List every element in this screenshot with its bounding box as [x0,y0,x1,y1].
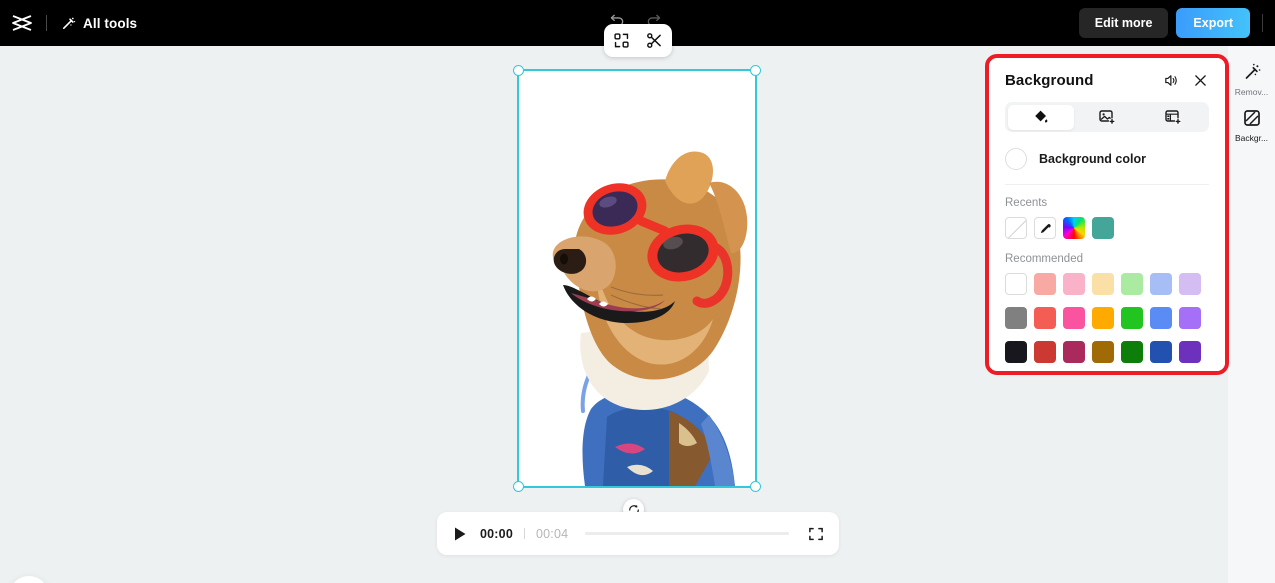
recent-swatch-none[interactable] [1005,217,1027,239]
background-panel: Background Background color Recents Reco… [985,54,1229,375]
magic-eraser-icon [1240,60,1264,84]
crop-glyph [614,33,629,48]
recent-swatch-teal[interactable] [1092,217,1114,239]
recommended-swatch-2-5[interactable] [1150,341,1172,363]
fullscreen-icon[interactable] [806,524,825,543]
tab-background-color[interactable] [1007,104,1074,130]
fullscreen-glyph [808,527,823,540]
progress-bar[interactable] [585,532,789,535]
recommended-swatch-1-0[interactable] [1005,307,1027,329]
scissors-glyph [647,33,661,48]
crop-icon[interactable] [610,29,634,53]
recommended-row [1005,273,1209,295]
scissors-icon[interactable] [643,29,667,53]
recents-label: Recents [1005,197,1048,209]
background-color-label: Background color [1039,152,1146,166]
tab-background-template[interactable] [1140,105,1206,130]
recommended-swatch-2-0[interactable] [1005,341,1027,363]
right-sidebar: Remov... Backgr... [1228,46,1275,583]
image-plus-icon [1099,110,1116,125]
topbar-divider [46,15,47,31]
background-color-preview[interactable] [1005,148,1027,170]
close-glyph [1195,75,1206,86]
play-glyph [455,527,466,540]
recommended-swatch-2-6[interactable] [1179,341,1201,363]
recent-swatch-rainbow[interactable] [1063,217,1085,239]
panel-header-actions [1162,72,1209,89]
sidebar-item-background[interactable]: Backgr... [1228,102,1275,148]
resize-handle-bottom-left[interactable] [513,481,524,492]
recommended-swatch-2-1[interactable] [1034,341,1056,363]
recommended-swatch-1-5[interactable] [1150,307,1172,329]
recommended-row [1005,341,1209,363]
recommended-swatch-grid [1005,273,1209,368]
dog-image [519,71,755,486]
play-icon[interactable] [451,525,469,543]
resize-handle-top-right[interactable] [750,65,761,76]
magic-eraser-glyph [1245,63,1260,79]
template-plus-icon [1165,110,1182,125]
recent-swatch-eyedropper[interactable] [1034,217,1056,239]
resize-handle-top-left[interactable] [513,65,524,76]
recommended-swatch-0-4[interactable] [1121,273,1143,295]
recents-swatch-row [1005,217,1209,239]
background-panel-inner: Background Background color Recents Reco… [989,58,1225,371]
tab-background-image[interactable] [1074,105,1140,130]
recommended-swatch-1-1[interactable] [1034,307,1056,329]
player-controls: 00:00 00:04 [437,512,839,555]
current-time: 00:00 [480,526,513,541]
total-time: 00:04 [535,526,569,541]
recommended-swatch-0-5[interactable] [1150,273,1172,295]
export-button[interactable]: Export [1176,8,1250,38]
all-tools-label: All tools [83,15,138,31]
eyedropper-icon [1040,223,1051,233]
sidebar-item-background-label: Backgr... [1234,133,1269,143]
video-canvas[interactable] [513,65,761,527]
all-tools-button[interactable]: All tools [53,11,147,36]
topbar-actions-divider [1262,14,1263,32]
volume-glyph [1165,75,1177,86]
recommended-swatch-0-1[interactable] [1034,273,1056,295]
capcut-logo-glyph [12,15,32,31]
background-panel-header: Background [1005,72,1209,89]
recommended-swatch-2-4[interactable] [1121,341,1143,363]
background-swatch-icon [1240,106,1264,130]
sidebar-item-remove-background-label: Remov... [1234,87,1269,97]
recommended-label: Recommended [1005,253,1083,265]
canvas-floating-toolbar [604,24,672,57]
close-icon[interactable] [1192,72,1209,89]
paint-bucket-icon [1034,110,1048,123]
recommended-swatch-1-4[interactable] [1121,307,1143,329]
recommended-row [1005,307,1209,329]
capcut-editor-window: All tools Edit more Export 00:00 00:04 R… [0,0,1275,583]
recommended-swatch-1-3[interactable] [1092,307,1114,329]
background-color-row[interactable]: Background color [1005,148,1209,185]
background-swatch-glyph [1243,110,1260,126]
volume-icon[interactable] [1162,72,1179,89]
recommended-swatch-0-0[interactable] [1005,273,1027,295]
help-button[interactable] [9,576,49,583]
magic-wand-icon [63,17,76,29]
edit-more-button[interactable]: Edit more [1078,8,1169,38]
recommended-swatch-2-2[interactable] [1063,341,1085,363]
recommended-swatch-0-6[interactable] [1179,273,1201,295]
time-divider [523,528,525,539]
recommended-swatch-1-6[interactable] [1179,307,1201,329]
resize-handle-bottom-right[interactable] [750,481,761,492]
recommended-swatch-1-2[interactable] [1063,307,1085,329]
recommended-swatch-2-3[interactable] [1092,341,1114,363]
capcut-logo-icon[interactable] [0,0,44,46]
topbar-actions: Edit more Export [1078,0,1275,46]
sidebar-item-remove-background[interactable]: Remov... [1228,56,1275,102]
background-tabs [1005,102,1209,132]
recommended-swatch-0-3[interactable] [1092,273,1114,295]
panel-title: Background [1005,72,1094,89]
recommended-swatch-0-2[interactable] [1063,273,1085,295]
canvas-media [519,71,755,486]
